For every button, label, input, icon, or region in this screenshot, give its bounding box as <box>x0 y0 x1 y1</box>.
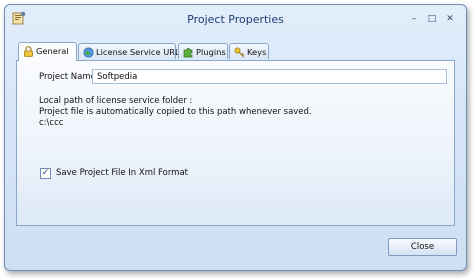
puzzle-icon <box>183 47 194 58</box>
local-path-label: Local path of license service folder : <box>39 96 193 106</box>
close-button[interactable]: Close <box>388 238 457 256</box>
local-path-value: c:\ccc <box>39 118 64 128</box>
project-properties-window: Project Properties – □ ✕ General License… <box>4 4 467 271</box>
tab-general[interactable]: General <box>18 42 77 61</box>
project-name-input[interactable] <box>92 69 447 84</box>
maximize-icon[interactable]: □ <box>426 14 438 24</box>
globe-icon <box>83 47 94 58</box>
save-xml-checkbox[interactable]: ✓ <box>40 168 51 179</box>
window-title: Project Properties <box>187 13 284 26</box>
tab-label: Plugins <box>196 47 226 57</box>
project-name-label: Project Name <box>39 72 96 82</box>
local-path-description: Project file is automatically copied to … <box>39 107 312 117</box>
general-tab-panel: Project Name Local path of license servi… <box>16 60 455 226</box>
tab-label: Keys <box>247 47 267 57</box>
close-window-icon[interactable]: ✕ <box>444 14 456 24</box>
tab-license-service-url[interactable]: License Service URL <box>78 43 180 59</box>
lock-icon <box>23 46 34 57</box>
minimize-icon[interactable]: – <box>408 14 420 24</box>
tab-label: General <box>36 46 69 56</box>
tab-label: License Service URL <box>96 47 180 57</box>
key-icon <box>234 47 245 58</box>
tab-plugins[interactable]: Plugins <box>178 43 228 59</box>
save-xml-label[interactable]: Save Project File In Xml Format <box>56 168 188 178</box>
title-bar[interactable]: Project Properties – □ ✕ <box>5 5 466 31</box>
tab-keys[interactable]: Keys <box>229 43 269 59</box>
